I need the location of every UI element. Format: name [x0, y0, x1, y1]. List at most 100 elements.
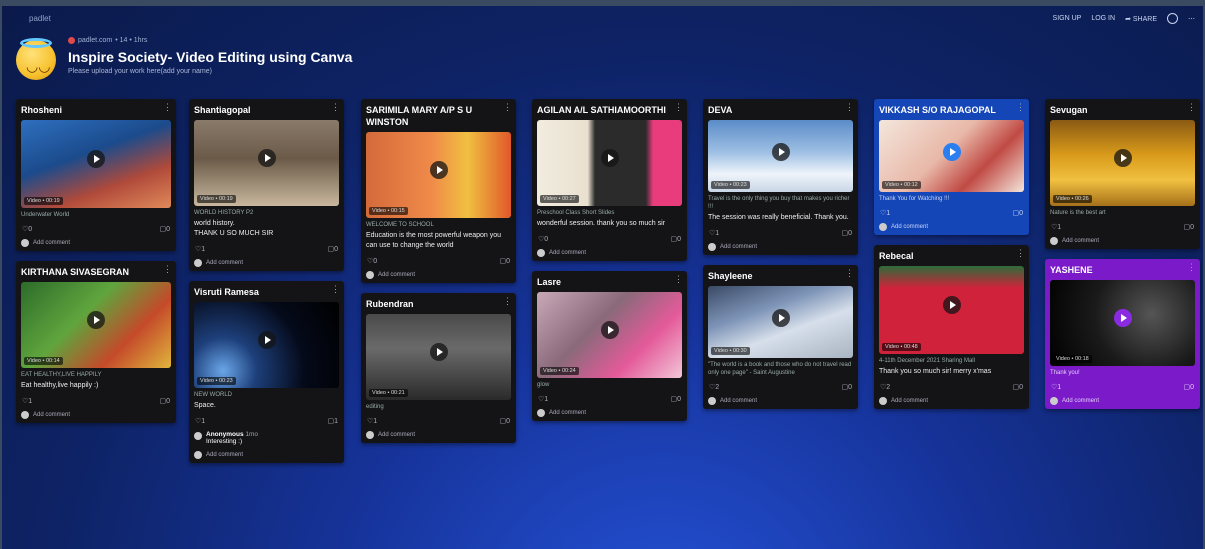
- comment-count[interactable]: ▢0: [499, 257, 510, 265]
- video-thumbnail[interactable]: Video • 00:18: [1050, 280, 1195, 366]
- play-icon[interactable]: [87, 149, 105, 168]
- add-comment[interactable]: Add comment: [1050, 237, 1195, 245]
- add-comment[interactable]: Add comment: [366, 271, 511, 279]
- brand-logo[interactable]: padlet: [29, 14, 51, 23]
- video-thumbnail[interactable]: Video • 00:21: [366, 314, 511, 400]
- play-icon[interactable]: [771, 308, 790, 327]
- play-icon[interactable]: [429, 160, 448, 179]
- comment-count[interactable]: ▢0: [841, 229, 852, 237]
- post-card[interactable]: Visruti Ramesa ⋮ Video • 00:23 NEW WORLD…: [189, 281, 344, 463]
- video-thumbnail[interactable]: Video • 00:19: [21, 120, 171, 208]
- more-icon[interactable]: ⋮: [331, 103, 340, 112]
- more-icon[interactable]: ⋮: [331, 285, 340, 294]
- video-thumbnail[interactable]: Video • 00:26: [1050, 120, 1195, 206]
- post-card[interactable]: Lasre ⋮ Video • 00:24 glow ♡1 ▢0 Add com…: [532, 271, 687, 421]
- video-thumbnail[interactable]: Video • 00:19: [194, 120, 339, 206]
- comment-count[interactable]: ▢0: [1183, 223, 1194, 231]
- like-count[interactable]: ♡0: [22, 225, 32, 233]
- more-icon[interactable]: ⋮: [503, 103, 512, 112]
- play-icon[interactable]: [600, 320, 619, 339]
- add-comment[interactable]: Add comment: [879, 397, 1024, 405]
- more-menu-icon[interactable]: ⋯: [1188, 15, 1195, 23]
- like-count[interactable]: ♡1: [195, 417, 205, 425]
- like-count[interactable]: ♡0: [367, 257, 377, 265]
- like-count[interactable]: ♡2: [709, 383, 719, 391]
- like-count[interactable]: ♡1: [538, 395, 548, 403]
- play-icon[interactable]: [257, 148, 276, 167]
- board-author[interactable]: padlet.com: [78, 37, 112, 44]
- play-icon[interactable]: [942, 295, 961, 314]
- log-in-button[interactable]: LOG IN: [1091, 15, 1115, 22]
- play-icon[interactable]: [87, 310, 105, 329]
- more-icon[interactable]: ⋮: [674, 103, 683, 112]
- video-thumbnail[interactable]: Video • 00:23: [708, 120, 853, 192]
- video-thumbnail[interactable]: Video • 00:24: [537, 292, 682, 378]
- add-comment[interactable]: Add comment: [708, 243, 853, 251]
- play-icon[interactable]: [942, 142, 961, 161]
- add-comment[interactable]: Add comment: [879, 223, 1024, 231]
- more-icon[interactable]: ⋮: [674, 275, 683, 284]
- video-thumbnail[interactable]: Video • 00:30: [708, 286, 853, 358]
- comment-count[interactable]: ▢0: [670, 235, 681, 243]
- play-icon[interactable]: [257, 330, 276, 349]
- play-icon[interactable]: [1113, 308, 1132, 327]
- more-icon[interactable]: ⋮: [163, 103, 172, 112]
- post-card[interactable]: KIRTHANA SIVASEGRAN ⋮ Video • 00:14 EAT …: [16, 261, 176, 423]
- more-icon[interactable]: ⋮: [163, 265, 172, 274]
- video-thumbnail[interactable]: Video • 00:27: [537, 120, 682, 206]
- add-comment[interactable]: Add comment: [537, 409, 682, 417]
- comment-count[interactable]: ▢0: [159, 225, 170, 233]
- play-icon[interactable]: [429, 342, 448, 361]
- play-icon[interactable]: [771, 142, 790, 161]
- more-icon[interactable]: ⋮: [845, 269, 854, 278]
- video-thumbnail[interactable]: Video • 00:48: [879, 266, 1024, 354]
- play-icon[interactable]: [600, 148, 619, 167]
- comment-count[interactable]: ▢0: [1183, 383, 1194, 391]
- like-count[interactable]: ♡1: [709, 229, 719, 237]
- post-card[interactable]: AGILAN A/L SATHIAMOORTHI ⋮ Video • 00:27…: [532, 99, 687, 261]
- add-comment[interactable]: Add comment: [21, 411, 171, 419]
- video-thumbnail[interactable]: Video • 00:14: [21, 282, 171, 368]
- more-icon[interactable]: ⋮: [503, 297, 512, 306]
- more-icon[interactable]: ⋮: [1187, 263, 1196, 272]
- like-count[interactable]: ♡1: [880, 209, 890, 217]
- share-button[interactable]: ➦ SHARE: [1125, 15, 1157, 23]
- comment-count[interactable]: ▢1: [327, 417, 338, 425]
- more-icon[interactable]: ⋮: [1187, 103, 1196, 112]
- post-card[interactable]: Rubendran ⋮ Video • 00:21 editing ♡1 ▢0 …: [361, 293, 516, 443]
- post-card[interactable]: Rhosheni ⋮ Video • 00:19 Underwater Worl…: [16, 99, 176, 251]
- globe-icon[interactable]: [1167, 13, 1178, 24]
- sign-up-button[interactable]: SIGN UP: [1053, 15, 1082, 22]
- add-comment[interactable]: Add comment: [708, 397, 853, 405]
- comment-count[interactable]: ▢0: [1012, 209, 1023, 217]
- like-count[interactable]: ♡1: [22, 397, 32, 405]
- comment-count[interactable]: ▢0: [159, 397, 170, 405]
- comment-count[interactable]: ▢0: [327, 245, 338, 253]
- video-thumbnail[interactable]: Video • 00:15: [366, 132, 511, 218]
- post-card[interactable]: Rebecal ⋮ Video • 00:48 4-11th December …: [874, 245, 1029, 409]
- more-icon[interactable]: ⋮: [1016, 103, 1025, 112]
- comment-count[interactable]: ▢0: [841, 383, 852, 391]
- post-card[interactable]: VIKKASH S/O RAJAGOPAL ⋮ Video • 00:12 Th…: [874, 99, 1029, 235]
- add-comment[interactable]: Add comment: [1050, 397, 1195, 405]
- post-card[interactable]: SARIMILA MARY A/P S U WINSTON ⋮ Video • …: [361, 99, 516, 283]
- like-count[interactable]: ♡2: [880, 383, 890, 391]
- add-comment[interactable]: Add comment: [194, 451, 339, 459]
- like-count[interactable]: ♡0: [538, 235, 548, 243]
- like-count[interactable]: ♡1: [367, 417, 377, 425]
- play-icon[interactable]: [1113, 148, 1132, 167]
- post-card[interactable]: Shayleene ⋮ Video • 00:30 "The world is …: [703, 265, 858, 409]
- like-count[interactable]: ♡1: [195, 245, 205, 253]
- more-icon[interactable]: ⋮: [845, 103, 854, 112]
- more-icon[interactable]: ⋮: [1016, 249, 1025, 258]
- add-comment[interactable]: Add comment: [366, 431, 511, 439]
- comment-count[interactable]: ▢0: [1012, 383, 1023, 391]
- video-thumbnail[interactable]: Video • 00:12: [879, 120, 1024, 192]
- post-card[interactable]: YASHENE ⋮ Video • 00:18 Thank you! ♡1 ▢0…: [1045, 259, 1200, 409]
- add-comment[interactable]: Add comment: [194, 259, 339, 267]
- add-comment[interactable]: Add comment: [537, 249, 682, 257]
- like-count[interactable]: ♡1: [1051, 223, 1061, 231]
- comment-count[interactable]: ▢0: [670, 395, 681, 403]
- comment-count[interactable]: ▢0: [499, 417, 510, 425]
- post-card[interactable]: Shantiagopal ⋮ Video • 00:19 WORLD HISTO…: [189, 99, 344, 271]
